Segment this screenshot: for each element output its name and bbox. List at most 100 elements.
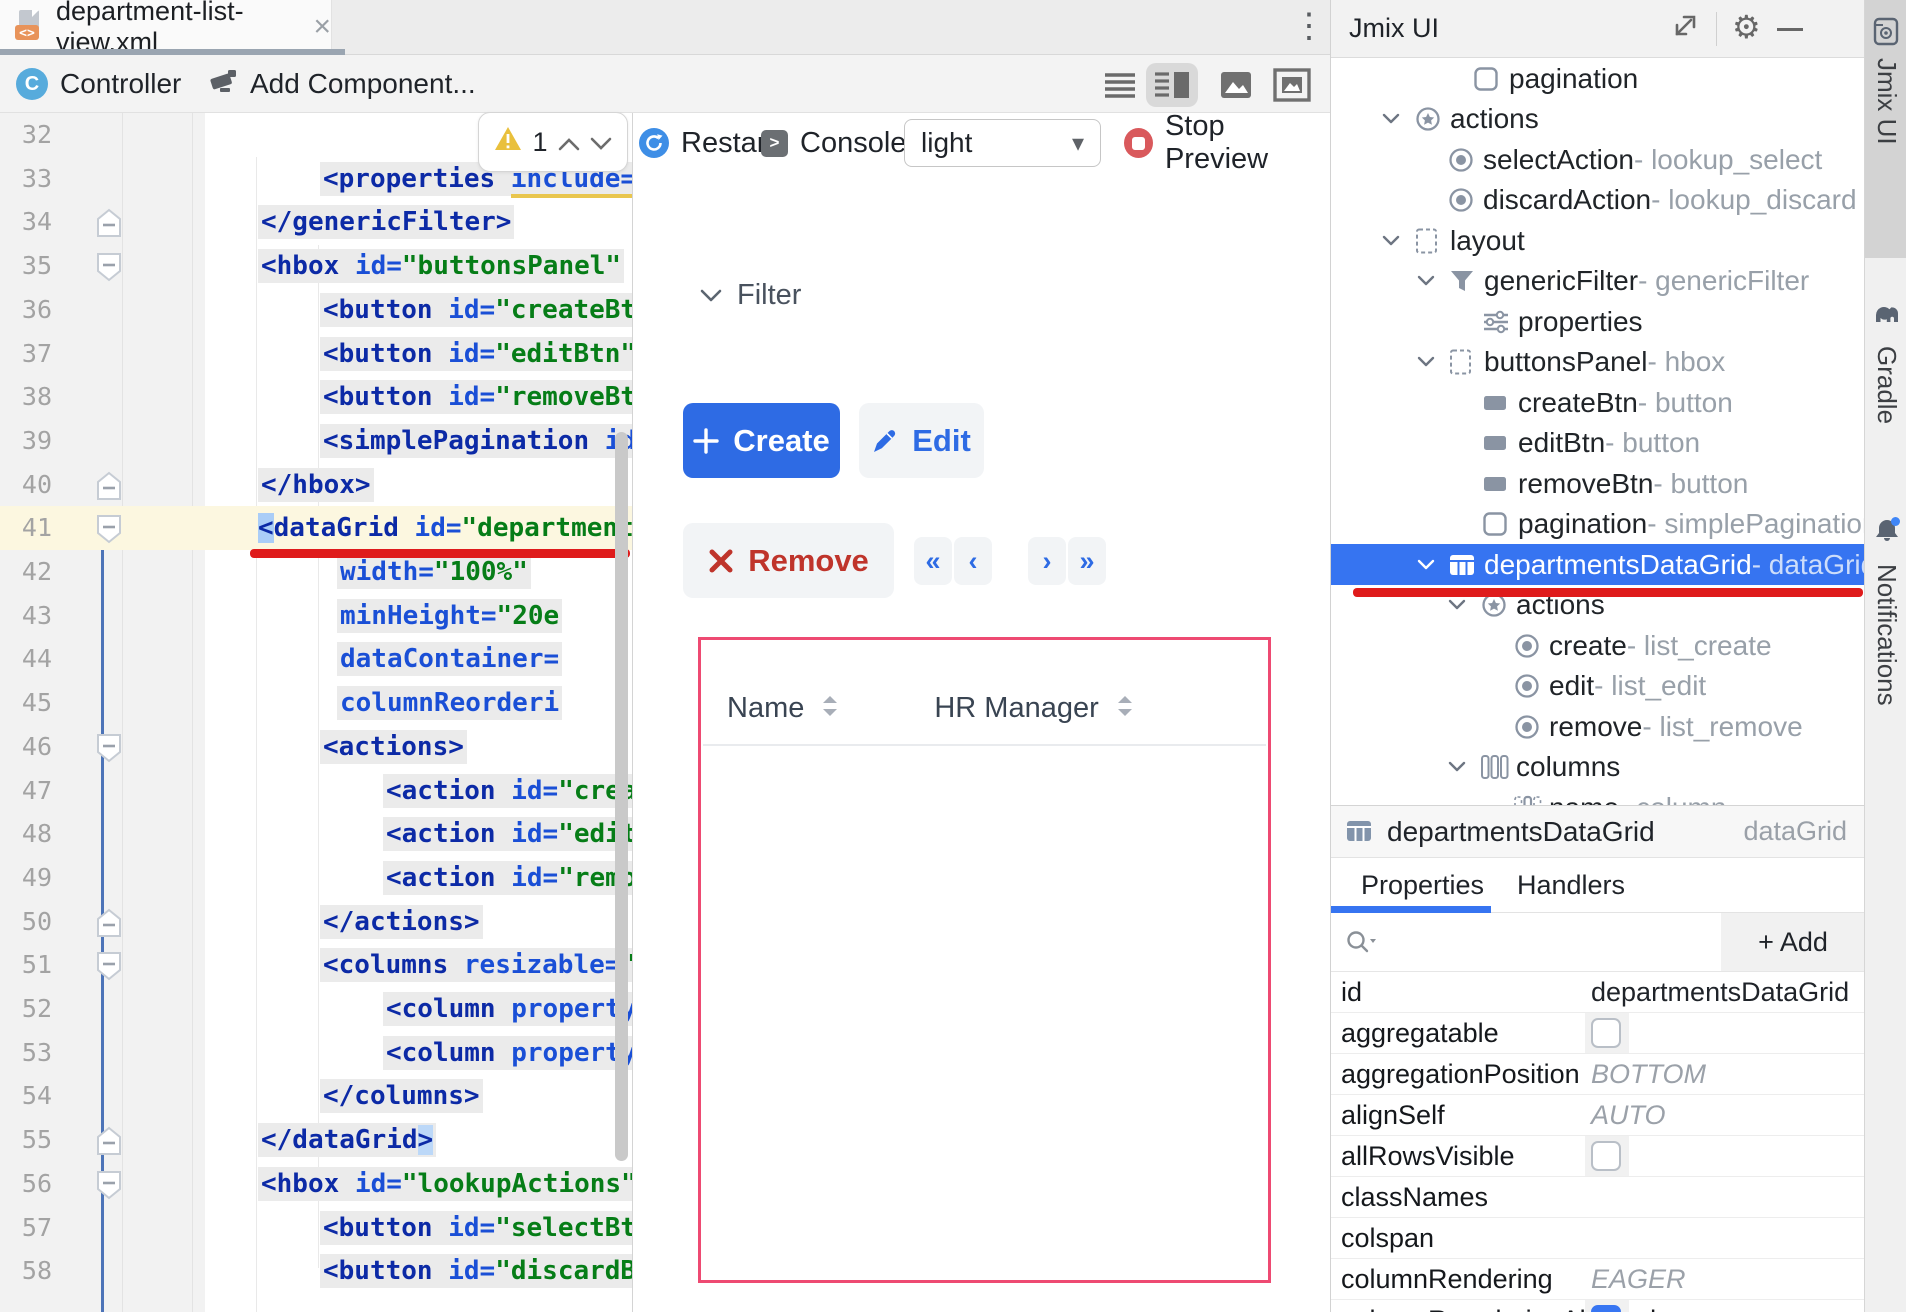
fold-marker-icon[interactable] xyxy=(95,251,123,288)
fold-marker-icon[interactable] xyxy=(95,907,123,944)
property-checkbox[interactable] xyxy=(1591,1305,1621,1312)
create-button[interactable]: Create xyxy=(683,403,840,478)
tree-item-actions[interactable]: actions xyxy=(1331,99,1865,140)
code-line-52[interactable]: 52<column property xyxy=(0,987,632,1031)
property-row-id[interactable]: iddepartmentsDataGrid xyxy=(1331,972,1865,1013)
property-row-alignSelf[interactable]: alignSelfAUTO xyxy=(1331,1095,1865,1136)
add-component-button[interactable]: Add Component... xyxy=(208,55,476,113)
tree-item-layout[interactable]: layout xyxy=(1331,220,1865,261)
tree-item-name[interactable]: name - column xyxy=(1331,787,1865,805)
chevron-down-icon[interactable] xyxy=(1447,747,1467,788)
view-mode-split-button[interactable] xyxy=(1146,63,1198,107)
tree-item-removeBtn[interactable]: removeBtn - button xyxy=(1331,463,1865,504)
property-value[interactable]: EAGER xyxy=(1591,1259,1686,1300)
sort-icon[interactable] xyxy=(1117,692,1133,725)
code-line-58[interactable]: 58<button id="discardB xyxy=(0,1249,632,1293)
property-row-colspan[interactable]: colspan xyxy=(1331,1218,1865,1259)
property-value[interactable]: AUTO xyxy=(1591,1095,1666,1136)
console-button[interactable]: > Console xyxy=(761,113,906,173)
code-line-46[interactable]: 46<actions> xyxy=(0,725,632,769)
property-row-allRowsVisible[interactable]: allRowsVisible xyxy=(1331,1136,1865,1177)
code-line-50[interactable]: 50</actions> xyxy=(0,900,632,944)
chevron-down-icon[interactable] xyxy=(1416,544,1436,585)
code-line-40[interactable]: 40</hbox> xyxy=(0,463,632,507)
fold-marker-icon[interactable] xyxy=(95,513,123,550)
view-mode-preview-framed-button[interactable] xyxy=(1266,67,1318,103)
property-checkbox[interactable] xyxy=(1591,1018,1621,1048)
stop-preview-button[interactable]: Stop Preview xyxy=(1124,113,1330,173)
tree-item-buttonsPanel[interactable]: buttonsPanel - hbox xyxy=(1331,342,1865,383)
code-line-36[interactable]: 36<button id="createBt xyxy=(0,288,632,332)
tree-item-departmentsDataGrid[interactable]: departmentsDataGrid - dataGrid xyxy=(1331,544,1865,585)
close-icon[interactable]: × xyxy=(313,10,331,44)
code-line-55[interactable]: 55</dataGrid> xyxy=(0,1118,632,1162)
fold-marker-icon[interactable] xyxy=(95,950,123,987)
code-line-45[interactable]: 45columnReorderi xyxy=(0,681,632,725)
fold-marker-icon[interactable] xyxy=(95,1125,123,1162)
first-page-button[interactable]: « xyxy=(914,537,952,585)
code-line-44[interactable]: 44dataContainer= xyxy=(0,637,632,681)
next-page-button[interactable]: › xyxy=(1028,537,1066,585)
code-line-47[interactable]: 47<action id="crea xyxy=(0,769,632,813)
code-line-35[interactable]: 35<hbox id="buttonsPanel" xyxy=(0,244,632,288)
scroll-from-source-icon[interactable] xyxy=(1669,14,1697,49)
xml-editor[interactable]: 3233<properties include="34</genericFilt… xyxy=(0,113,632,1312)
code-line-54[interactable]: 54</columns> xyxy=(0,1074,632,1118)
chevron-down-icon[interactable] xyxy=(1416,342,1436,383)
property-value[interactable]: BOTTOM xyxy=(1591,1054,1706,1095)
edit-button[interactable]: Edit xyxy=(859,403,984,478)
chevron-down-icon[interactable] xyxy=(1416,261,1436,302)
search-icon[interactable] xyxy=(1345,929,1379,962)
gear-icon[interactable]: ⚙ xyxy=(1732,8,1761,46)
tree-item-pagination[interactable]: pagination xyxy=(1331,58,1865,99)
code-line-48[interactable]: 48<action id="edit xyxy=(0,812,632,856)
theme-select[interactable]: light ▾ xyxy=(904,119,1101,167)
tree-item-pagination[interactable]: pagination - simplePagination xyxy=(1331,504,1865,545)
property-value[interactable]: departmentsDataGrid xyxy=(1591,972,1849,1013)
remove-button[interactable]: Remove xyxy=(683,523,894,598)
tree-item-selectAction[interactable]: selectAction - lookup_select xyxy=(1331,139,1865,180)
property-row-aggregatable[interactable]: aggregatable xyxy=(1331,1013,1865,1054)
tree-item-genericFilter[interactable]: genericFilter - genericFilter xyxy=(1331,261,1865,302)
code-line-37[interactable]: 37<button id="editBtn" xyxy=(0,332,632,376)
column-header-name[interactable]: Name xyxy=(727,692,838,725)
tab-handlers[interactable]: Handlers xyxy=(1517,870,1625,901)
tree-item-editBtn[interactable]: editBtn - button xyxy=(1331,423,1865,464)
kebab-menu-icon[interactable]: ⋮ xyxy=(1292,6,1326,46)
property-row-aggregationPosition[interactable]: aggregationPositionBOTTOM xyxy=(1331,1054,1865,1095)
editor-scrollbar[interactable] xyxy=(615,432,628,1161)
code-line-34[interactable]: 34</genericFilter> xyxy=(0,200,632,244)
property-checkbox[interactable] xyxy=(1591,1141,1621,1171)
last-page-button[interactable]: » xyxy=(1068,537,1106,585)
chevron-down-icon[interactable] xyxy=(1381,220,1401,261)
code-line-41[interactable]: 41<dataGrid id="department xyxy=(0,506,632,550)
hide-panel-icon[interactable] xyxy=(1777,28,1803,31)
prev-warning-icon[interactable] xyxy=(558,127,580,158)
fold-marker-icon[interactable] xyxy=(95,1169,123,1206)
property-row-classNames[interactable]: classNames xyxy=(1331,1177,1865,1218)
code-line-51[interactable]: 51<columns resizable=" xyxy=(0,943,632,987)
view-mode-preview-only-button[interactable] xyxy=(1210,67,1262,103)
tree-item-edit[interactable]: edit - list_edit xyxy=(1331,666,1865,707)
tree-item-create[interactable]: create - list_create xyxy=(1331,625,1865,666)
chevron-down-icon[interactable] xyxy=(1381,99,1401,140)
fold-marker-icon[interactable] xyxy=(95,732,123,769)
tree-item-createBtn[interactable]: createBtn - button xyxy=(1331,382,1865,423)
tab-properties[interactable]: Properties xyxy=(1361,870,1484,901)
tree-item-columns[interactable]: columns xyxy=(1331,747,1865,788)
tree-item-properties[interactable]: properties xyxy=(1331,301,1865,342)
fold-marker-icon[interactable] xyxy=(95,207,123,244)
view-mode-editor-only-button[interactable] xyxy=(1094,67,1146,103)
code-line-39[interactable]: 39<simplePagination id xyxy=(0,419,632,463)
tree-item-discardAction[interactable]: discardAction - lookup_discard xyxy=(1331,180,1865,221)
next-warning-icon[interactable] xyxy=(590,127,612,158)
tab-department-list-view[interactable]: <> department-list-view.xml × xyxy=(0,0,332,54)
inspections-widget[interactable]: 1 xyxy=(478,112,628,172)
fold-marker-icon[interactable] xyxy=(95,470,123,507)
code-line-49[interactable]: 49<action id="remo xyxy=(0,856,632,900)
code-line-38[interactable]: 38<button id="removeBt xyxy=(0,375,632,419)
code-line-43[interactable]: 43minHeight="20e xyxy=(0,594,632,638)
restart-button[interactable]: Restart xyxy=(639,113,774,173)
property-row-columnReorderingAllowed[interactable]: columnReorderingAllowed xyxy=(1331,1300,1865,1312)
code-line-56[interactable]: 56<hbox id="lookupActions" xyxy=(0,1162,632,1206)
